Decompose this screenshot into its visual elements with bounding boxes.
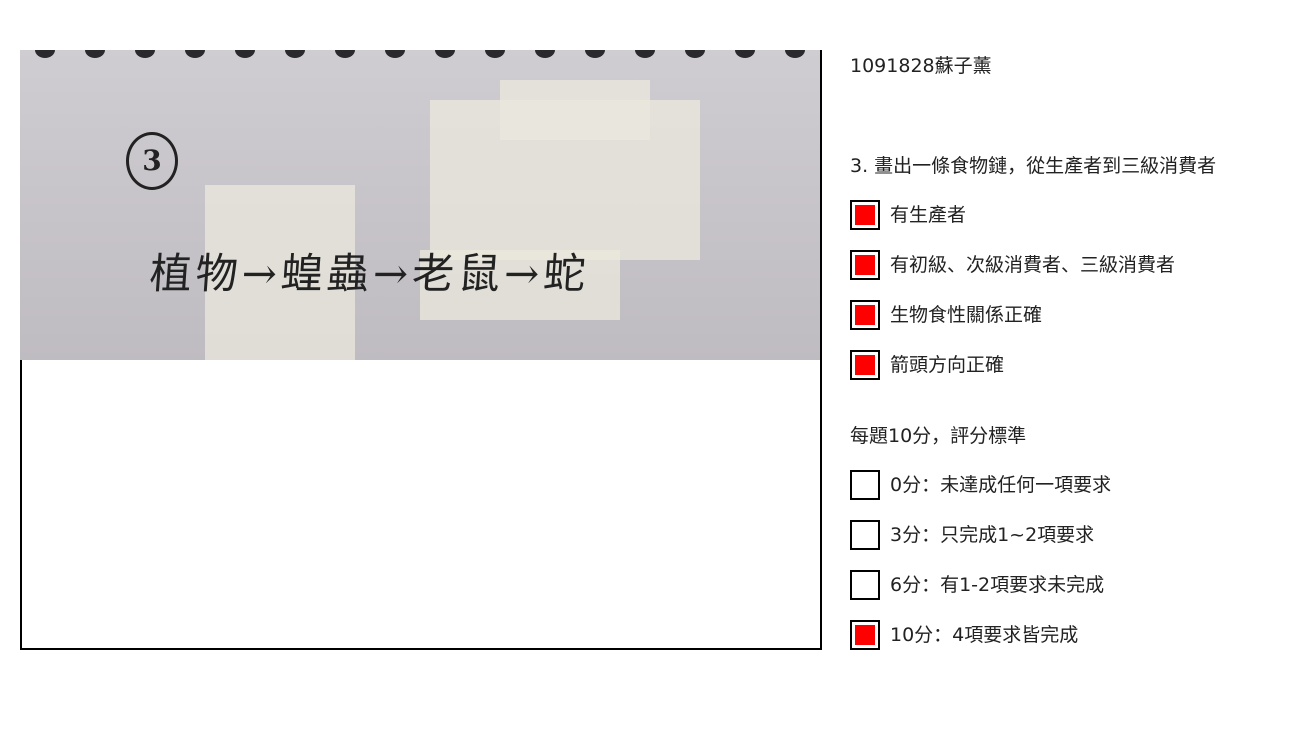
criterion-label: 生物食性關係正確 [890, 304, 1043, 326]
score-checkbox-0[interactable] [850, 470, 880, 500]
criterion-checkbox-1[interactable] [850, 200, 880, 230]
criterion-label: 箭頭方向正確 [890, 354, 1005, 376]
score-checkbox-10[interactable] [850, 620, 880, 650]
criterion-checkbox-3[interactable] [850, 300, 880, 330]
score-checkbox-6[interactable] [850, 570, 880, 600]
handwritten-food-chain: 植物→蝗蟲→老鼠→蛇 [148, 249, 592, 298]
circled-number: 3 [126, 132, 178, 190]
criterion-checkbox-4[interactable] [850, 350, 880, 380]
student-name: 1091828蘇子薰 [850, 55, 992, 77]
score-label: 3分：只完成1~2項要求 [890, 524, 1095, 546]
criterion-checkbox-2[interactable] [850, 250, 880, 280]
criterion-label: 有生產者 [890, 204, 967, 226]
score-label: 0分：未達成任何一項要求 [890, 474, 1112, 496]
notebook-spiral [20, 50, 820, 62]
score-label: 10分：4項要求皆完成 [890, 624, 1079, 646]
handwritten-answer-photo: 3 植物→蝗蟲→老鼠→蛇 [20, 50, 820, 360]
score-label: 6分：有1-2項要求未完成 [890, 574, 1105, 596]
scoring-title: 每題10分，評分標準 [850, 425, 1027, 447]
criterion-label: 有初級、次級消費者、三級消費者 [890, 254, 1176, 276]
score-checkbox-3[interactable] [850, 520, 880, 550]
question-title: 3. 畫出一條食物鏈，從生產者到三級消費者 [850, 155, 1217, 177]
